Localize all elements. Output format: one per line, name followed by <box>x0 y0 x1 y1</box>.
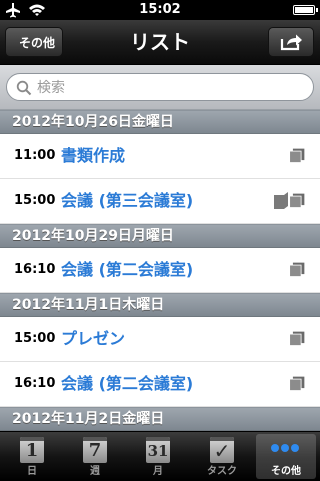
list-item[interactable]: 15:00 プレゼン <box>0 317 320 362</box>
tab-more[interactable]: その他 <box>256 434 316 479</box>
list-item[interactable]: 15:00 会議 (第三会議室) <box>0 179 320 224</box>
document-icon <box>272 192 310 210</box>
section-header: 2012年11月1日木曜日 <box>0 293 320 317</box>
month-calendar-icon: 31 <box>146 437 170 463</box>
section-header: 2012年10月26日金曜日 <box>0 110 320 134</box>
tab-bar: 1 日 7 週 31 月 ✓ タスク その他 <box>0 431 320 481</box>
document-icon <box>288 147 310 165</box>
tab-label: その他 <box>271 466 301 477</box>
list-item[interactable]: 11:00 書類作成 <box>0 134 320 179</box>
event-title: 会議 (第二会議室) <box>61 374 194 393</box>
day-calendar-icon: 1 <box>20 437 44 463</box>
section-header: 2012年11月2日金曜日 <box>0 407 320 431</box>
share-arrow-icon <box>280 34 302 51</box>
battery-icon <box>293 5 318 15</box>
search-input[interactable] <box>35 74 309 102</box>
document-icon <box>288 330 310 348</box>
week-calendar-icon: 7 <box>83 437 107 463</box>
page-title: リスト <box>130 30 190 54</box>
tab-month[interactable]: 31 月 <box>128 434 188 479</box>
tab-label: 週 <box>90 466 100 477</box>
event-title: 書類作成 <box>61 146 126 165</box>
search-bar <box>0 65 320 110</box>
event-time: 16:10 <box>14 262 56 277</box>
event-time: 11:00 <box>14 148 56 163</box>
tab-label: 月 <box>153 466 163 477</box>
list-item[interactable]: 16:10 会議 (第二会議室) <box>0 362 320 407</box>
tab-task[interactable]: ✓ タスク <box>192 434 252 479</box>
event-time: 15:00 <box>14 331 56 346</box>
more-dots-icon <box>271 444 301 455</box>
event-title: 会議 (第二会議室) <box>61 260 194 279</box>
tab-label: 日 <box>27 466 37 477</box>
status-bar: 15:02 <box>0 0 320 20</box>
navigation-bar: その他 リスト <box>0 20 320 65</box>
tab-week[interactable]: 7 週 <box>65 434 125 479</box>
event-title: プレゼン <box>61 329 126 348</box>
search-icon <box>16 80 32 96</box>
event-time: 15:00 <box>14 193 56 208</box>
task-check-icon: ✓ <box>210 437 234 463</box>
section-header: 2012年10月29日月曜日 <box>0 224 320 248</box>
event-time: 16:10 <box>14 376 56 391</box>
status-time: 15:02 <box>139 2 181 17</box>
share-button[interactable] <box>268 27 314 57</box>
document-icon <box>288 375 310 393</box>
list-item[interactable]: 16:10 会議 (第二会議室) <box>0 248 320 293</box>
tab-label: タスク <box>207 466 237 477</box>
tab-day[interactable]: 1 日 <box>2 434 62 479</box>
search-field[interactable] <box>6 73 314 102</box>
back-button[interactable]: その他 <box>5 27 63 57</box>
event-list[interactable]: 2012年10月26日金曜日 11:00 書類作成 15:00 会議 (第三会議… <box>0 110 320 434</box>
document-icon <box>288 261 310 279</box>
event-title: 会議 (第三会議室) <box>61 191 194 210</box>
